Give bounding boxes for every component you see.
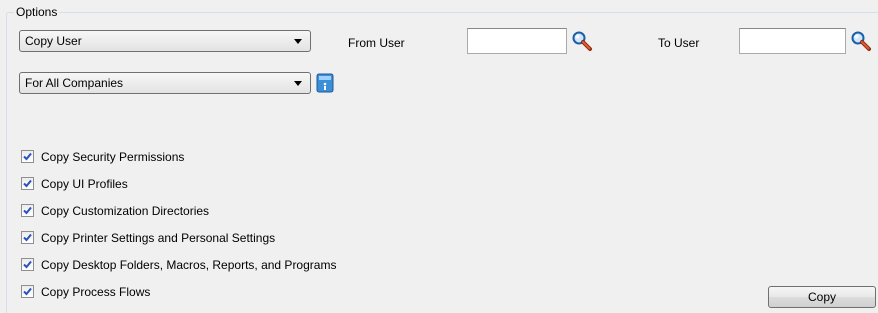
checkbox-box[interactable] [21,231,34,244]
company-scope-value: For All Companies [25,76,124,90]
checkbox-box[interactable] [21,285,34,298]
checkbox-box[interactable] [21,150,34,163]
info-icon[interactable] [316,73,334,93]
to-user-label: To User [658,36,700,50]
checkbox-box[interactable] [21,258,34,271]
chevron-down-icon [294,81,302,86]
checkbox-label: Copy Printer Settings and Personal Setti… [41,231,276,245]
copy-mode-value: Copy User [25,34,82,48]
checkbox-label: Copy Desktop Folders, Macros, Reports, a… [41,258,337,272]
checkbox-label: Copy UI Profiles [41,177,128,191]
checkbox-box[interactable] [21,177,34,190]
company-scope-select[interactable]: For All Companies [19,72,311,94]
checkbox-label: Copy Process Flows [41,285,151,299]
to-user-search-icon[interactable] [850,30,872,52]
options-group-title: Options [14,5,60,19]
from-user-input[interactable] [467,28,567,54]
checkbox-box[interactable] [21,204,34,217]
checkbox-label: Copy Security Permissions [41,150,185,164]
chevron-down-icon [294,39,302,44]
to-user-input[interactable] [739,28,846,54]
copy-mode-select[interactable]: Copy User [19,30,311,52]
copy-button[interactable]: Copy [768,286,876,308]
checkbox-label: Copy Customization Directories [41,204,210,218]
from-user-label: From User [348,36,405,50]
from-user-search-icon[interactable] [571,30,593,52]
